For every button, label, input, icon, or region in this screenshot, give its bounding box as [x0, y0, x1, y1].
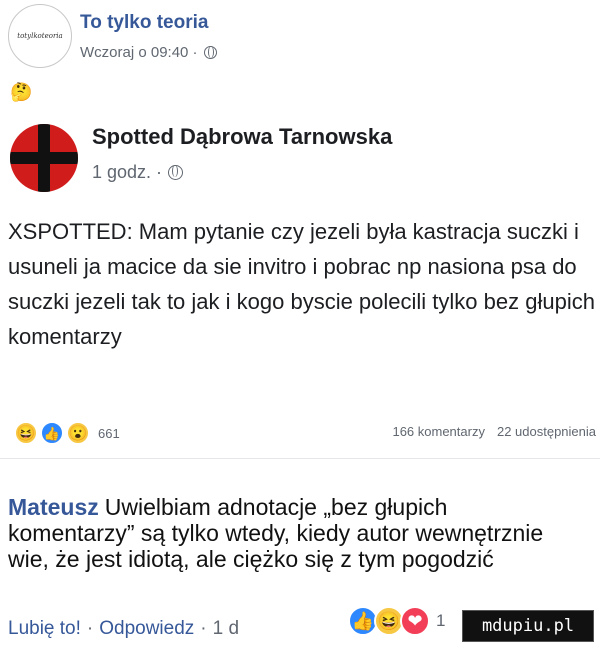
outer-post-header: totylkoteoria To tylko teoria Wczoraj o … [8, 2, 592, 72]
page-name[interactable]: To tylko teoria [80, 12, 208, 34]
reactions-summary[interactable]: 😆 👍 😮 661 [14, 418, 120, 448]
avatar-cross-horizontal [10, 152, 78, 164]
comment-actions: Lubię to! · Odpowiedz · 1 d [8, 618, 239, 640]
shared-page-avatar[interactable] [10, 124, 78, 192]
watermark-logo: mdupiu.pl [462, 610, 594, 642]
shared-post-meta: 1 godz. · [92, 162, 184, 183]
separator-dot: · [200, 618, 207, 639]
like-comment-button[interactable]: Lubię to! [8, 618, 81, 640]
shared-page-name[interactable]: Spotted Dąbrowa Tarnowska [92, 124, 392, 150]
love-reaction-icon: ❤ [400, 606, 430, 636]
reply-button[interactable]: Odpowiedz [99, 618, 194, 640]
wow-reaction-icon: 😮 [66, 421, 90, 445]
divider [0, 458, 600, 459]
post-stats: 166 komentarzy 22 udostępnienia [392, 424, 596, 439]
shared-post-text: XSPOTTED: Mam pytanie czy jezeli była ka… [8, 219, 595, 349]
comments-count-link[interactable]: 166 komentarzy [392, 424, 485, 439]
shared-post-timestamp[interactable]: 1 godz. · [92, 162, 162, 183]
post-timestamp[interactable]: Wczoraj o 09:40 · [80, 44, 198, 61]
separator-dot: · [86, 618, 94, 639]
page-avatar[interactable]: totylkoteoria [8, 4, 72, 68]
shares-count-link[interactable]: 22 udostępnienia [497, 424, 596, 439]
thinking-emoji: 🤔 [10, 82, 33, 102]
shared-post-header: Spotted Dąbrowa Tarnowska 1 godz. · [10, 118, 590, 198]
comment-reaction-count: 1 [436, 611, 446, 630]
page-avatar-text: totylkoteoria [17, 32, 63, 40]
globe-icon [168, 165, 184, 180]
comment-body: Mateusz Uwielbiam adnotacje „bez głupich … [8, 494, 568, 572]
comment-time[interactable]: 1 d [213, 618, 239, 640]
globe-icon [203, 46, 217, 59]
comment-reactions[interactable]: 👍 😆 ❤ 1 [348, 606, 446, 636]
reaction-count: 661 [98, 425, 120, 441]
comment-author[interactable]: Mateusz [8, 494, 99, 520]
post-meta: Wczoraj o 09:40 · [80, 44, 217, 61]
haha-reaction-icon: 😆 [14, 421, 38, 445]
like-reaction-icon: 👍 [40, 421, 64, 445]
